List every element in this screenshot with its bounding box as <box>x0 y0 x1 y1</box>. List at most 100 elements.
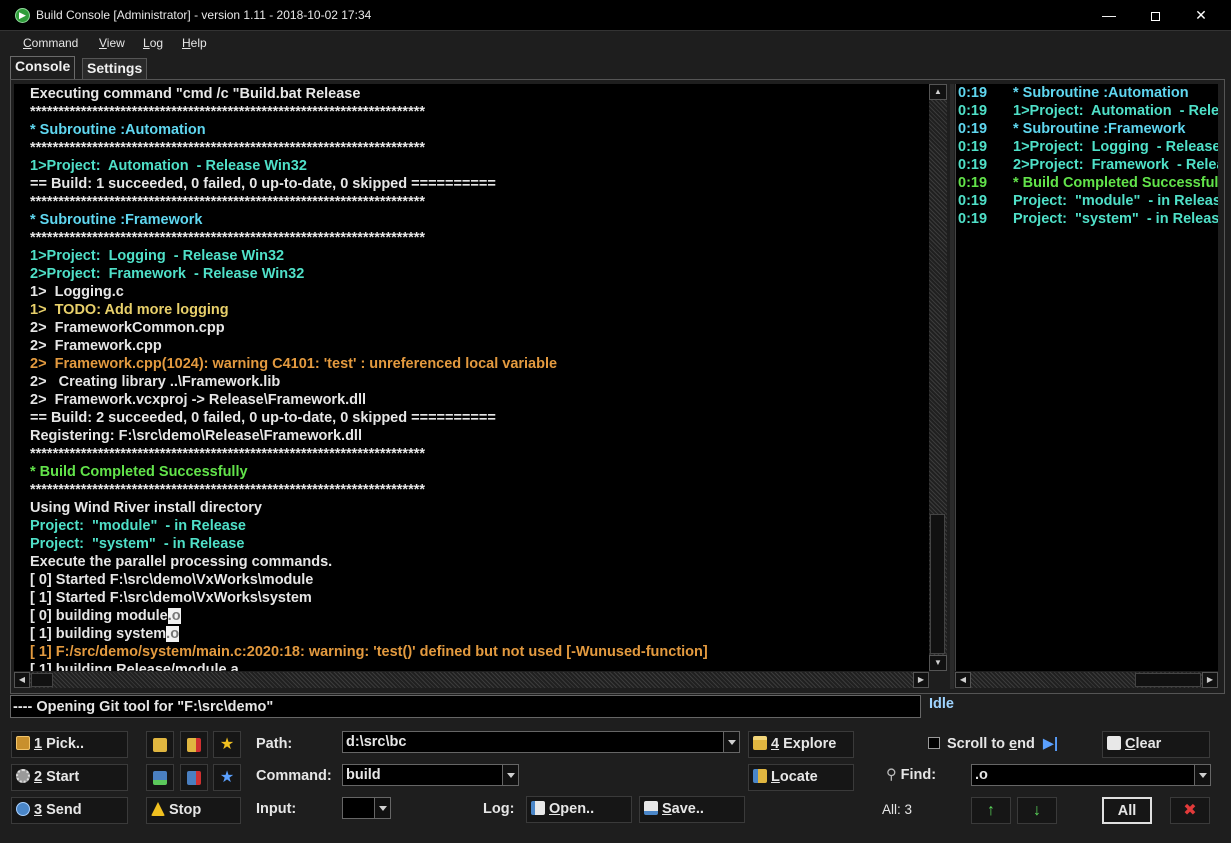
explore-button[interactable]: 4 Explore <box>748 731 854 758</box>
find-value: .o <box>975 767 988 783</box>
menu-command[interactable]: Command <box>23 36 78 50</box>
summary-row[interactable]: 0:19 * Build Completed Successfully <box>956 174 1218 192</box>
skip-end-icon: ▶| <box>1042 736 1059 752</box>
clear-button[interactable]: Clear <box>1102 731 1210 758</box>
close-button[interactable]: ✕ <box>1178 0 1224 30</box>
summary-message: 1>Project: Logging - Release Win32 <box>1013 139 1218 155</box>
console-line: ****************************************… <box>30 140 425 156</box>
summary-row[interactable]: 0:19 * Subroutine :Automation <box>956 84 1218 102</box>
chevron-down-icon[interactable] <box>502 765 518 785</box>
remove-folder-favorite-button[interactable] <box>180 731 208 758</box>
locate-button[interactable]: Locate <box>748 764 854 791</box>
cancel-icon: ✖ <box>1183 802 1197 819</box>
log-open-button[interactable]: Open.. <box>526 796 632 823</box>
splitter[interactable] <box>950 84 954 689</box>
remove-command-favorite-button[interactable] <box>180 764 208 791</box>
summary-horizontal-scrollbar[interactable]: ◀ ▶ <box>955 672 1218 688</box>
input-combobox[interactable] <box>342 797 391 819</box>
path-combobox[interactable]: d:\src\bc <box>342 731 740 753</box>
arrow-up-icon: ↑ <box>987 802 995 819</box>
maximize-button[interactable] <box>1132 0 1178 30</box>
scrollbar-thumb[interactable] <box>31 673 53 687</box>
folder-remove-icon <box>187 738 201 752</box>
scrollbar-thumb[interactable] <box>930 514 945 654</box>
command-combobox[interactable]: build <box>342 764 519 786</box>
gear-icon <box>16 769 30 783</box>
chevron-down-icon[interactable] <box>723 732 739 752</box>
console-line: [ 1] building Release/module.a <box>30 662 239 671</box>
tab-console[interactable]: Console <box>10 56 76 80</box>
process-state: Idle <box>929 696 954 712</box>
scrollbar-thumb[interactable] <box>1135 673 1201 687</box>
console-log: Executing command "cmd /c "Build.bat Rel… <box>14 84 929 671</box>
find-next-button[interactable]: ↓ <box>1017 797 1057 824</box>
scroll-up-icon[interactable]: ▲ <box>929 84 947 100</box>
play-icon: ▶ <box>15 8 30 23</box>
find-previous-button[interactable]: ↑ <box>971 797 1011 824</box>
scroll-to-end-checkbox[interactable] <box>928 737 940 749</box>
console-output[interactable]: Executing command "cmd /c "Build.bat Rel… <box>14 84 929 671</box>
summary-time: 0:19 <box>958 121 988 137</box>
console-line: == Build: 1 succeeded, 0 failed, 0 up-to… <box>30 176 496 192</box>
chevron-down-icon[interactable] <box>374 798 390 818</box>
star-favorite-button[interactable]: ★ <box>213 731 241 758</box>
summary-row[interactable]: 0:19 Project: "system" - in Release <box>956 210 1218 228</box>
stop-button[interactable]: Stop <box>146 797 241 824</box>
summary-message: 1>Project: Automation - Release Win32 <box>1013 103 1218 119</box>
scroll-down-icon[interactable]: ▼ <box>929 655 947 671</box>
add-command-favorite-button[interactable] <box>146 764 174 791</box>
summary-row[interactable]: 0:19 1>Project: Automation - Release Win3… <box>956 102 1218 120</box>
summary-row[interactable]: 0:19 Project: "module" - in Release <box>956 192 1218 210</box>
find-all-button[interactable]: All <box>1102 797 1152 824</box>
summary-row[interactable]: 0:19 1>Project: Logging - Release Win32 <box>956 138 1218 156</box>
pick-button[interactable]: 1 Pick.. <box>11 731 128 758</box>
title-bar: ▶ Build Console [Administrator] - versio… <box>0 0 1231 31</box>
log-save-button[interactable]: Save.. <box>639 796 745 823</box>
console-line: 1>Project: Logging - Release Win32 <box>30 248 285 264</box>
menu-view[interactable]: View <box>99 36 125 50</box>
menu-help[interactable]: Help <box>182 36 207 50</box>
console-line: * Subroutine :Automation <box>30 122 206 138</box>
scroll-right-icon[interactable]: ▶ <box>913 672 929 688</box>
console-vertical-scrollbar[interactable]: ▲ ▼ <box>929 84 947 671</box>
console-line: 2> Framework.cpp(1024): warning C4101: '… <box>30 356 558 372</box>
tab-settings[interactable]: Settings <box>82 58 148 80</box>
console-line: ****************************************… <box>30 446 425 462</box>
console-line: 1> TODO: Add more logging <box>30 302 229 318</box>
find-combobox[interactable]: .o <box>971 764 1211 786</box>
search-highlight: .o <box>167 608 181 624</box>
summary-pane[interactable]: 0:19 * Subroutine :Automation 0:19 1>Projec… <box>955 84 1218 671</box>
scroll-right-icon[interactable]: ▶ <box>1202 672 1218 688</box>
console-line: 2> Framework.cpp <box>30 338 162 354</box>
command-star-button[interactable]: ★ <box>213 764 241 791</box>
chevron-down-icon[interactable] <box>1194 765 1210 785</box>
summary-message: * Subroutine :Framework <box>1013 121 1186 137</box>
scroll-left-icon[interactable]: ◀ <box>14 672 30 688</box>
console-line: [ 0] Started F:\src\demo\VxWorks\module <box>30 572 314 588</box>
cancel-find-button[interactable]: ✖ <box>1170 797 1210 824</box>
console-line: [ 1] F:/src/demo/system/main.c:2020:18: … <box>30 644 708 660</box>
minimize-button[interactable]: — <box>1086 0 1132 30</box>
console-line: 2> Framework.vcxproj -> Release\Framewor… <box>30 392 367 408</box>
scroll-to-end-label[interactable]: Scroll to end ▶| <box>947 736 1058 752</box>
star-blue-icon: ★ <box>219 769 235 786</box>
console-line: 1> Logging.c <box>30 284 124 300</box>
start-button[interactable]: 2 Start <box>11 764 128 791</box>
summary-row[interactable]: 0:19 * Subroutine :Framework <box>956 120 1218 138</box>
command-value: build <box>346 767 381 783</box>
menu-log[interactable]: Log <box>143 36 163 50</box>
star-icon: ★ <box>219 736 235 753</box>
log-label: Log: <box>483 801 515 817</box>
add-folder-favorite-button[interactable] <box>146 731 174 758</box>
scroll-left-icon[interactable]: ◀ <box>955 672 971 688</box>
console-line: Execute the parallel processing commands… <box>30 554 333 570</box>
summary-message: * Subroutine :Automation <box>1013 85 1189 101</box>
console-line: * Build Completed Successfully <box>30 464 248 480</box>
warning-icon <box>151 802 165 816</box>
send-icon <box>16 802 30 816</box>
console-horizontal-scrollbar[interactable]: ◀ ▶ <box>14 672 929 688</box>
summary-time: 0:19 <box>958 157 988 173</box>
send-button[interactable]: 3 Send <box>11 797 128 824</box>
summary-row[interactable]: 0:19 2>Project: Framework - Release Win32 <box>956 156 1218 174</box>
summary-message: Project: "system" - in Release <box>1013 211 1218 227</box>
